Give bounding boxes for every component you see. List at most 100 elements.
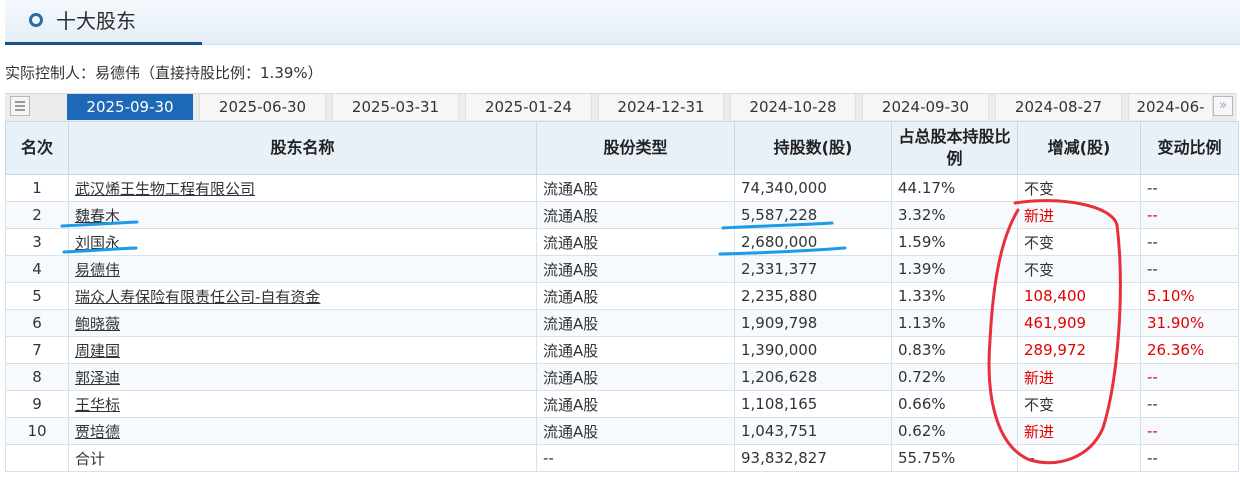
table-row: 9 王华标 流通A股 1,108,165 0.66% 不变 -- [5, 390, 1239, 418]
tab-date[interactable]: 2025-06-30 [199, 94, 326, 120]
ratio-cell: 0.62% [891, 417, 1018, 445]
shares-cell: 1,909,798 [734, 309, 892, 337]
rank-cell: 8 [5, 363, 69, 391]
shareholder-name-link[interactable]: 鲍晓薇 [75, 315, 120, 333]
change-cell: 新进 [1017, 417, 1141, 445]
type-cell: 流通A股 [536, 228, 735, 256]
rank-cell: 9 [5, 390, 69, 418]
change-pct-cell: -- [1140, 417, 1239, 445]
name-cell: 魏春木 [68, 201, 537, 229]
rank-cell: 10 [5, 417, 69, 445]
shareholder-name-link[interactable]: 周建国 [75, 342, 120, 360]
change-cell: 461,909 [1017, 309, 1141, 337]
table-row: 3 刘国永 流通A股 2,680,000 1.59% 不变 -- [5, 228, 1239, 256]
shares-cell: 2,680,000 [734, 228, 892, 256]
type-cell: 流通A股 [536, 417, 735, 445]
tab-date[interactable]: 2025-03-31 [332, 94, 459, 120]
table-row: 8 郭泽迪 流通A股 1,206,628 0.72% 新进 -- [5, 363, 1239, 391]
change-cell: 新进 [1017, 363, 1141, 391]
ratio-cell: 44.17% [891, 174, 1018, 202]
type-cell: 流通A股 [536, 174, 735, 202]
table-row: 2 魏春木 流通A股 5,587,228 3.32% 新进 -- [5, 201, 1239, 229]
change-pct-cell: -- [1140, 444, 1239, 472]
shareholder-name-link[interactable]: 魏春木 [75, 207, 120, 225]
name-cell: 周建国 [68, 336, 537, 364]
shares-cell: 93,832,827 [734, 444, 892, 472]
rank-cell: 7 [5, 336, 69, 364]
col-header-shares: 持股数(股) [734, 121, 892, 175]
col-header-change: 增减(股) [1017, 121, 1141, 175]
type-cell: 流通A股 [536, 336, 735, 364]
table-row: 6 鲍晓薇 流通A股 1,909,798 1.13% 461,909 31.90% [5, 309, 1239, 337]
table-row: 5 瑞众人寿保险有限责任公司-自有资金 流通A股 2,235,880 1.33% 108,… [5, 282, 1239, 310]
circle-icon [29, 13, 43, 27]
type-cell: 流通A股 [536, 309, 735, 337]
ratio-cell: 1.13% [891, 309, 1018, 337]
ratio-cell: 0.83% [891, 336, 1018, 364]
header-accent-bar [5, 42, 202, 45]
change-pct-cell: 31.90% [1140, 309, 1239, 337]
ratio-cell: 0.72% [891, 363, 1018, 391]
table-row: 4 易德伟 流通A股 2,331,377 1.39% 不变 -- [5, 255, 1239, 283]
tab-date[interactable]: 2024-08-27 [995, 94, 1122, 120]
shares-cell: 1,390,000 [734, 336, 892, 364]
section-title: 十大股东 [56, 9, 136, 33]
list-icon[interactable] [10, 96, 30, 116]
change-pct-cell: -- [1140, 255, 1239, 283]
shareholder-name-link[interactable]: 易德伟 [75, 261, 120, 279]
change-pct-cell: 26.36% [1140, 336, 1239, 364]
type-cell: 流通A股 [536, 282, 735, 310]
rank-cell: 6 [5, 309, 69, 337]
change-pct-cell: -- [1140, 390, 1239, 418]
ratio-cell: 1.33% [891, 282, 1018, 310]
section-header [5, 0, 1240, 45]
change-pct-cell: -- [1140, 228, 1239, 256]
shareholder-name-link[interactable]: 贾培德 [75, 423, 120, 441]
tab-date[interactable]: 2024-09-30 [862, 94, 989, 120]
type-cell: -- [536, 444, 735, 472]
shares-cell: 2,331,377 [734, 255, 892, 283]
tab-date[interactable]: 2025-09-30 [67, 94, 193, 120]
rank-cell: 4 [5, 255, 69, 283]
total-label-cell: 合计 [68, 444, 537, 472]
rank-cell: 1 [5, 174, 69, 202]
ratio-cell: 1.39% [891, 255, 1018, 283]
name-cell: 刘国永 [68, 228, 537, 256]
change-cell: -- [1017, 444, 1141, 472]
shares-cell: 1,043,751 [734, 417, 892, 445]
table-row: 1 武汉烯王生物工程有限公司 流通A股 74,340,000 44.17% 不变 -- [5, 174, 1239, 202]
shares-cell: 1,108,165 [734, 390, 892, 418]
name-cell: 瑞众人寿保险有限责任公司-自有资金 [68, 282, 537, 310]
col-header-change-pct: 变动比例 [1140, 121, 1239, 175]
shareholder-name-link[interactable]: 瑞众人寿保险有限责任公司-自有资金 [75, 288, 320, 306]
tab-date[interactable]: 2024-12-31 [598, 94, 724, 120]
type-cell: 流通A股 [536, 255, 735, 283]
change-pct-cell: -- [1140, 174, 1239, 202]
shareholder-name-link[interactable]: 郭泽迪 [75, 369, 120, 387]
shareholder-name-link[interactable]: 王华标 [75, 396, 120, 414]
type-cell: 流通A股 [536, 390, 735, 418]
shareholder-name-link[interactable]: 刘国永 [75, 234, 120, 252]
shares-cell: 5,587,228 [734, 201, 892, 229]
name-cell: 贾培德 [68, 417, 537, 445]
ratio-cell: 1.59% [891, 228, 1018, 256]
change-cell: 不变 [1017, 255, 1141, 283]
type-cell: 流通A股 [536, 201, 735, 229]
tab-date[interactable]: 2025-01-24 [465, 94, 592, 120]
type-cell: 流通A股 [536, 363, 735, 391]
col-header-type: 股份类型 [536, 121, 735, 175]
tab-date[interactable]: 2024-10-28 [730, 94, 856, 120]
table-total-row: 合计 -- 93,832,827 55.75% -- -- [5, 444, 1239, 472]
double-chevron-right-icon[interactable]: » [1213, 96, 1233, 116]
change-pct-cell: -- [1140, 363, 1239, 391]
name-cell: 武汉烯王生物工程有限公司 [68, 174, 537, 202]
shareholder-name-link[interactable]: 武汉烯王生物工程有限公司 [75, 180, 255, 198]
change-cell: 不变 [1017, 228, 1141, 256]
change-pct-cell: -- [1140, 201, 1239, 229]
change-cell: 108,400 [1017, 282, 1141, 310]
tab-date[interactable]: 2024-06- [1128, 94, 1213, 120]
rank-cell: 3 [5, 228, 69, 256]
name-cell: 王华标 [68, 390, 537, 418]
top-ten-shareholders-table: 名次 股东名称 股份类型 持股数(股) 占总股本持股比例 增减(股) 变动比例 … [5, 121, 1239, 472]
shares-cell: 74,340,000 [734, 174, 892, 202]
